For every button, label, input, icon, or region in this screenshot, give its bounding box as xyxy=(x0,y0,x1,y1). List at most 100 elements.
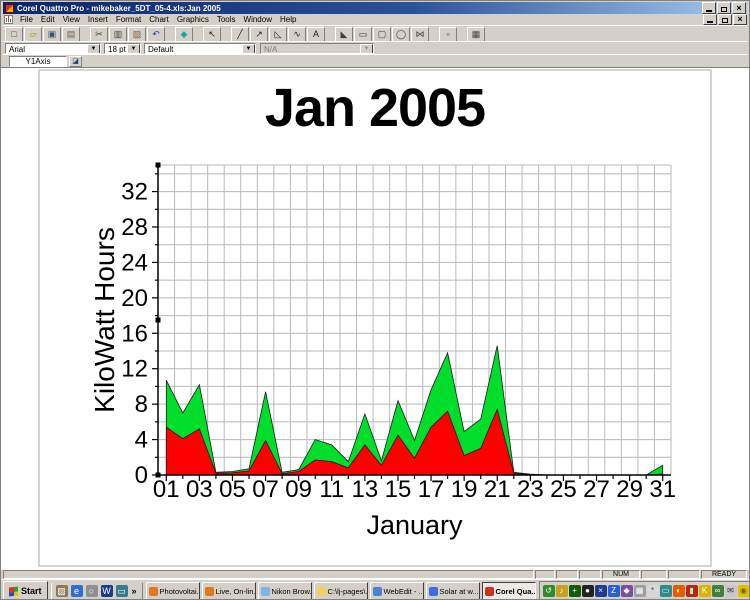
toolbar-glyph: ▭ xyxy=(359,30,368,39)
tray-mail-icon[interactable]: ✉ xyxy=(725,585,737,597)
new-icon[interactable]: □ xyxy=(5,27,23,42)
tray-power-icon[interactable]: ◐ xyxy=(673,585,685,597)
close-button[interactable]: × xyxy=(732,2,746,14)
tray-watchdog-icon[interactable]: ● xyxy=(582,585,594,597)
tray-update-icon[interactable]: ↺ xyxy=(543,585,555,597)
task-label: WebEdit - ... xyxy=(384,587,424,596)
menu-item[interactable]: Tools xyxy=(213,15,240,24)
style-combo[interactable]: Default ▼ xyxy=(144,43,256,54)
menu-item[interactable]: Insert xyxy=(84,15,112,24)
toolbar-glyph: ↗ xyxy=(255,30,263,39)
undo-icon[interactable]: ↶ xyxy=(147,27,165,42)
y-axis-title[interactable]: KiloWatt Hours xyxy=(89,152,121,488)
polygon-icon[interactable]: ◣ xyxy=(335,27,353,42)
doc-restore-button[interactable] xyxy=(718,14,732,25)
toolbar-glyph: ▤ xyxy=(67,30,76,39)
toolbar-glyph: ◣ xyxy=(341,30,348,39)
menu-item[interactable]: View xyxy=(59,15,84,24)
save-icon[interactable]: ▣ xyxy=(43,27,61,42)
menu-item[interactable]: Help xyxy=(276,15,300,24)
axis-selection-handle[interactable] xyxy=(156,473,161,478)
taskbar-task-button[interactable]: Corel Qua... xyxy=(482,582,536,600)
dropdown-arrow-icon[interactable]: ▼ xyxy=(87,44,100,54)
status-bar: NUM READY xyxy=(3,570,747,579)
freeform-icon[interactable]: ⋈ xyxy=(411,27,429,42)
start-button[interactable]: Start xyxy=(3,581,48,600)
axis-selection-handle[interactable] xyxy=(156,163,161,168)
menu-item[interactable]: Chart xyxy=(145,15,173,24)
dropdown-arrow-icon[interactable]: ▼ xyxy=(242,44,255,54)
restore-button[interactable] xyxy=(717,2,731,14)
menu-item[interactable]: Graphics xyxy=(173,15,213,24)
task-buttons: Photovoltai... Live, On-lin... Nikon Bro… xyxy=(146,582,536,600)
y-tick-label: 28 xyxy=(121,214,148,241)
font-size-combo[interactable]: 18 pt ▼ xyxy=(104,43,141,54)
tray-antivirus-icon[interactable]: + xyxy=(569,585,581,597)
tray-cd-icon[interactable]: ◉ xyxy=(738,585,750,597)
tray-monitor-icon[interactable]: ▭ xyxy=(660,585,672,597)
pointer-icon[interactable]: ↖ xyxy=(203,27,221,42)
chart-data-icon[interactable]: ▦ xyxy=(467,27,485,42)
ellipse-icon[interactable]: ◯ xyxy=(392,27,410,42)
rectangle-icon[interactable]: ▭ xyxy=(354,27,372,42)
selected-object-field[interactable]: Y1Axis xyxy=(9,56,67,67)
internet-explorer-icon[interactable]: e xyxy=(71,585,83,597)
rounded-rectangle-icon[interactable]: ▢ xyxy=(373,27,391,42)
paste-icon[interactable]: ▧ xyxy=(128,27,146,42)
taskbar-task-button[interactable]: Solar at w... xyxy=(426,582,480,600)
tray-network-icon[interactable]: × xyxy=(595,585,607,597)
ready-indicator: READY xyxy=(701,570,747,579)
taskbar-task-button[interactable]: C:\lj-pages\... xyxy=(314,582,368,600)
text-tool-icon[interactable]: A xyxy=(307,27,325,42)
search-icon[interactable]: ○ xyxy=(86,585,98,597)
na-combo: N/A ▼ xyxy=(260,43,374,54)
print-icon[interactable]: ▤ xyxy=(62,27,80,42)
tray-messenger-icon[interactable]: Z xyxy=(608,585,620,597)
chart-title[interactable]: Jan 2005 xyxy=(39,80,711,137)
doc-minimize-button[interactable] xyxy=(703,14,717,25)
chart-document-icon[interactable] xyxy=(4,15,13,24)
menu-item[interactable]: Edit xyxy=(37,15,59,24)
tray-find-icon[interactable]: ∞ xyxy=(712,585,724,597)
tray-key-icon[interactable]: K xyxy=(699,585,711,597)
insert-object-icon[interactable]: ▫ xyxy=(439,27,457,42)
arrow-icon[interactable]: ↗ xyxy=(250,27,268,42)
word-icon[interactable]: W xyxy=(101,585,113,597)
taskbar-task-button[interactable]: Live, On-lin... xyxy=(202,582,256,600)
toolbar-glyph: □ xyxy=(11,30,16,39)
x-tick-label: 19 xyxy=(451,476,478,503)
menu-item[interactable]: Format xyxy=(112,15,145,24)
tray-volume-icon[interactable]: ♪ xyxy=(556,585,568,597)
freehand-icon[interactable]: ∿ xyxy=(288,27,306,42)
quick-launch-overflow-chevron[interactable]: » xyxy=(131,586,138,596)
menu-item[interactable]: Window xyxy=(240,15,276,24)
menu-item[interactable]: File xyxy=(16,15,37,24)
task-label: Live, On-lin... xyxy=(216,587,256,596)
copy-icon[interactable]: ▥ xyxy=(109,27,127,42)
minimize-button[interactable] xyxy=(702,2,716,14)
object-navigate-button[interactable]: ◪ xyxy=(69,56,82,67)
dropdown-arrow-icon[interactable]: ▼ xyxy=(127,44,140,54)
x-axis-title[interactable]: January xyxy=(158,510,671,541)
tray-scheduler-icon[interactable]: ◆ xyxy=(621,585,633,597)
open-icon[interactable]: ▱ xyxy=(24,27,42,42)
minimize-icon xyxy=(706,10,712,12)
x-tick-label: 23 xyxy=(517,476,544,503)
axis-selection-handle[interactable] xyxy=(156,318,161,323)
quickchart-icon[interactable]: ◆ xyxy=(175,27,193,42)
taskbar-task-button[interactable]: Photovoltai... xyxy=(146,582,200,600)
cut-icon[interactable]: ✂ xyxy=(90,27,108,42)
taskbar-task-button[interactable]: Nikon Brow... xyxy=(258,582,312,600)
tray-graphics-icon[interactable]: * xyxy=(647,585,659,597)
doc-close-button[interactable]: × xyxy=(733,14,747,25)
show-desktop-icon[interactable]: ▭ xyxy=(116,585,128,597)
style-value: Default xyxy=(148,45,173,54)
media-viewer-icon[interactable]: ▨ xyxy=(56,585,68,597)
tray-meter-icon[interactable]: ▮ xyxy=(686,585,698,597)
y-tick-label: 32 xyxy=(121,179,148,206)
taskbar-task-button[interactable]: WebEdit - ... xyxy=(370,582,424,600)
line-icon[interactable]: ╱ xyxy=(231,27,249,42)
polyline-icon[interactable]: ◺ xyxy=(269,27,287,42)
tray-display-icon[interactable]: ▦ xyxy=(634,585,646,597)
font-name-combo[interactable]: Arial ▼ xyxy=(5,43,101,54)
